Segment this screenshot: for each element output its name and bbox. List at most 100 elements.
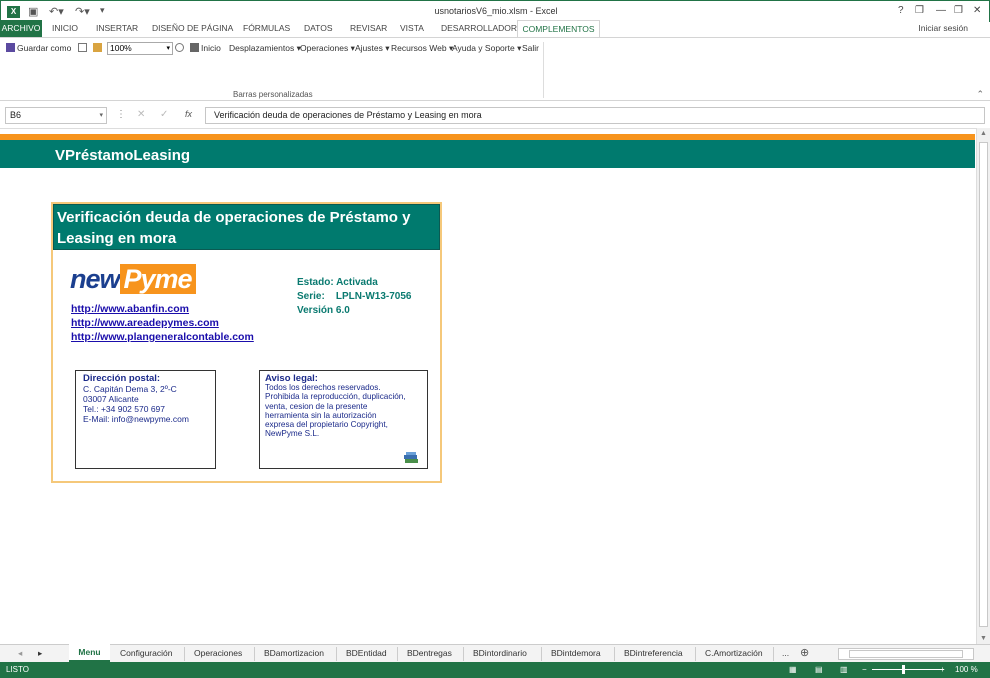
- worksheet[interactable]: VPréstamoLeasing Verificación deuda de o…: [0, 128, 976, 644]
- sheet-tabs: ◂ ▸ Menu Configuración Operaciones BDamo…: [0, 644, 990, 662]
- legal-line: expresa del propietario Copyright,: [265, 420, 388, 430]
- next-sheet-icon[interactable]: ▸: [38, 648, 42, 659]
- legal-box: Aviso legal: Todos los derechos reservad…: [259, 370, 428, 469]
- link-areadepymes[interactable]: http://www.areadepymes.com: [71, 316, 254, 330]
- menu-desplazamientos[interactable]: Desplazamientos ▾: [229, 43, 301, 54]
- legal-line: venta, cesion de la presente: [265, 401, 368, 411]
- restore-icon[interactable]: ❐: [954, 5, 963, 16]
- info-card: Verificación deuda de operaciones de Pré…: [51, 202, 442, 483]
- ribbon-display-icon[interactable]: ❐: [915, 5, 924, 16]
- license-status: Estado: Activada Serie: LPLN-W13-7056 Ve…: [297, 276, 411, 318]
- page-break-view-icon[interactable]: ▥: [840, 665, 848, 674]
- copy-icon[interactable]: [78, 43, 89, 53]
- tab-developer[interactable]: DESARROLLADOR: [441, 23, 517, 33]
- chevron-down-icon: ▾: [166, 45, 170, 52]
- card-title: Verificación deuda de operaciones de Pré…: [57, 209, 411, 247]
- more-sheets-button[interactable]: ...: [782, 648, 789, 658]
- insert-function-icon[interactable]: fx: [185, 109, 192, 119]
- links-list: http://www.abanfin.com http://www.areade…: [71, 302, 254, 344]
- address-heading: Dirección postal:: [83, 373, 161, 384]
- tab-page-layout[interactable]: DISEÑO DE PÁGINA: [152, 23, 233, 33]
- sign-in-link[interactable]: Iniciar sesión: [918, 23, 968, 33]
- menu-operaciones[interactable]: Operaciones ▾: [300, 43, 355, 54]
- cancel-icon[interactable]: ✕: [137, 109, 145, 120]
- print-preview-icon[interactable]: [175, 43, 186, 53]
- sheet-tab-bdamortizacion[interactable]: BDamortizacion: [264, 648, 324, 658]
- group-label: Barras personalizadas: [233, 90, 313, 99]
- scroll-thumb[interactable]: [979, 142, 988, 627]
- ribbon: Guardar como 100% ▾ Inicio Desplazamient…: [0, 37, 990, 101]
- legal-heading: Aviso legal:: [265, 373, 318, 384]
- vertical-scrollbar[interactable]: ▲ ▼: [976, 128, 990, 644]
- sheet-tab-c-amortizacion[interactable]: C.Amortización: [705, 648, 763, 658]
- tab-file[interactable]: ARCHIVO: [0, 20, 42, 37]
- scroll-down-icon[interactable]: ▼: [980, 635, 987, 642]
- sheet-tab-bdintordinario[interactable]: BDintordinario: [473, 648, 527, 658]
- sheet-tab-operaciones[interactable]: Operaciones: [194, 648, 242, 658]
- title-bar: X ▣ ↶▾ ↷▾ ▾ usnotariosV6_mio.xlsm - Exce…: [0, 0, 990, 22]
- tab-view[interactable]: VISTA: [400, 23, 424, 33]
- sheet-tab-bdintreferencia[interactable]: BDintreferencia: [624, 648, 683, 658]
- address-box: Dirección postal: C. Capitán Dema 3, 2º-…: [75, 370, 216, 469]
- exit-button[interactable]: Salir: [522, 43, 539, 53]
- ribbon-tabs: ARCHIVO INICIO INSERTAR DISEÑO DE PÁGINA…: [0, 20, 990, 38]
- legal-line: Todos los derechos reservados.: [265, 383, 381, 393]
- sheet-tab-bdintdemora[interactable]: BDintdemora: [551, 648, 601, 658]
- sheet-tab-menu[interactable]: Menu: [69, 644, 110, 662]
- zoom-level[interactable]: 100 %: [955, 665, 978, 674]
- chevron-down-icon: ▾: [99, 112, 103, 119]
- zoom-out-icon[interactable]: −: [862, 665, 867, 674]
- status-version: Versión 6.0: [297, 305, 350, 316]
- page-layout-view-icon[interactable]: ▤: [815, 665, 823, 674]
- sheet-tab-configuracion[interactable]: Configuración: [120, 648, 172, 658]
- link-plangeneralcontable[interactable]: http://www.plangeneralcontable.com: [71, 330, 254, 344]
- card-header[interactable]: Verificación deuda de operaciones de Pré…: [53, 204, 440, 250]
- address-line: C. Capitán Dema 3, 2º-C: [83, 384, 177, 394]
- window-title: usnotariosV6_mio.xlsm - Excel: [434, 6, 558, 16]
- banner: VPréstamoLeasing: [0, 140, 975, 168]
- zoom-slider-handle[interactable]: [902, 665, 905, 674]
- legal-line: herramienta sin la autorización: [265, 410, 377, 420]
- tab-review[interactable]: REVISAR: [350, 23, 387, 33]
- tab-data[interactable]: DATOS: [304, 23, 333, 33]
- save-as-button[interactable]: Guardar como: [6, 43, 71, 53]
- zoom-in-icon[interactable]: +: [940, 665, 945, 674]
- formula-input[interactable]: Verificación deuda de operaciones de Pré…: [205, 107, 985, 124]
- horizontal-scrollbar[interactable]: [838, 648, 974, 660]
- home-button[interactable]: Inicio: [190, 43, 221, 53]
- banner-title: VPréstamoLeasing: [55, 147, 191, 164]
- sheet-tab-bdentregas[interactable]: BDentregas: [407, 648, 452, 658]
- menu-ajustes[interactable]: Ajustes ▾: [355, 43, 390, 54]
- minimize-icon[interactable]: —: [936, 5, 946, 16]
- tab-home[interactable]: INICIO: [52, 23, 78, 33]
- tab-formulas[interactable]: FÓRMULAS: [243, 23, 290, 33]
- zoom-select[interactable]: 100% ▾: [107, 42, 173, 55]
- legal-line: NewPyme S.L.: [265, 429, 320, 439]
- sheet-tab-bdentidad[interactable]: BDEntidad: [346, 648, 387, 658]
- enter-icon[interactable]: ✓: [160, 109, 168, 120]
- address-line: E-Mail: info@newpyme.com: [83, 414, 189, 424]
- print-icon: [190, 43, 199, 52]
- tab-add-ins[interactable]: COMPLEMENTOS: [517, 20, 600, 38]
- add-sheet-icon[interactable]: ⊕: [800, 646, 809, 659]
- books-icon: [404, 452, 418, 463]
- paste-icon[interactable]: [93, 43, 104, 53]
- collapse-ribbon-icon[interactable]: ⌃: [976, 89, 984, 100]
- mode-indicator: LISTO: [6, 665, 29, 674]
- tab-insert[interactable]: INSERTAR: [96, 23, 138, 33]
- name-box[interactable]: B6 ▾: [5, 107, 107, 124]
- normal-view-icon[interactable]: ▦: [789, 665, 797, 674]
- menu-ayuda-soporte[interactable]: Ayuda y Soporte ▾: [452, 43, 521, 54]
- scroll-up-icon[interactable]: ▲: [980, 130, 987, 137]
- close-icon[interactable]: ✕: [973, 5, 981, 16]
- address-line: Tel.: +34 902 570 697: [83, 404, 165, 414]
- menu-recursos-web[interactable]: Recursos Web ▾: [391, 43, 453, 54]
- scroll-thumb[interactable]: [849, 650, 963, 658]
- help-icon[interactable]: ?: [898, 5, 904, 16]
- zoom-slider[interactable]: [872, 669, 944, 670]
- prev-sheet-icon[interactable]: ◂: [18, 648, 22, 659]
- address-line: 03007 Alicante: [83, 394, 139, 404]
- link-abanfin[interactable]: http://www.abanfin.com: [71, 302, 254, 316]
- legal-line: Prohibida la reproducción, duplicación,: [265, 392, 406, 402]
- formula-bar: B6 ▾ ⋮ ✕ ✓ fx Verificación deuda de oper…: [0, 106, 990, 126]
